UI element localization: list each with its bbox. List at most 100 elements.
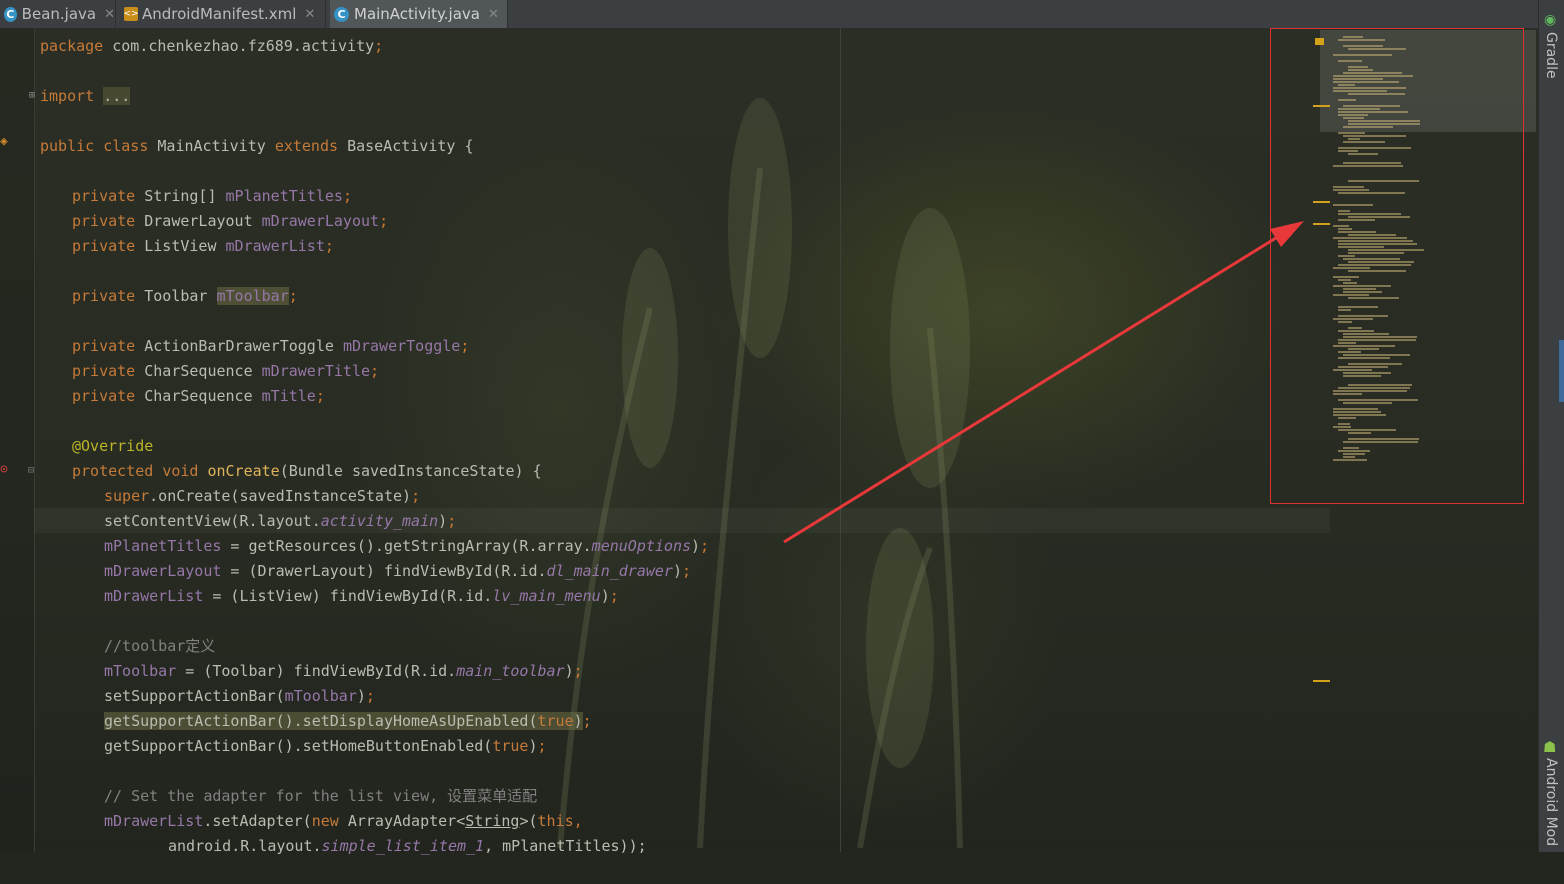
minimap-line [1333, 426, 1351, 428]
minimap-line [1338, 399, 1418, 401]
minimap-line [1343, 117, 1364, 119]
warning-stripe-marker[interactable] [1315, 38, 1324, 45]
minimap-line [1343, 162, 1401, 164]
minimap-line [1348, 123, 1420, 125]
minimap-line [1338, 213, 1401, 215]
close-icon[interactable]: ✕ [304, 7, 315, 22]
minimap-line [1338, 132, 1365, 134]
android-model-tool-window-button[interactable]: Android Mod [1543, 758, 1559, 846]
fold-minus-icon[interactable]: ⊟ [28, 465, 34, 476]
minimap-line [1338, 357, 1390, 359]
warning-stripe-marker[interactable] [1313, 680, 1330, 682]
code-line: mDrawerList.setAdapter(new ArrayAdapter<… [104, 812, 583, 830]
vertical-scrollbar-thumb[interactable] [1559, 340, 1564, 402]
code-line: mDrawerLayout = (DrawerLayout) findViewB… [104, 562, 692, 580]
warning-stripe-marker[interactable] [1313, 223, 1330, 225]
minimap-line [1338, 192, 1405, 194]
minimap-line [1333, 225, 1349, 227]
minimap-line [1343, 72, 1402, 74]
class-icon: C [4, 6, 17, 22]
class-icon: C [334, 6, 349, 22]
tab-label: AndroidManifest.xml [142, 5, 297, 23]
code-line: @Override [72, 437, 154, 455]
warning-stripe-marker[interactable] [1313, 201, 1330, 203]
minimap-line [1348, 438, 1419, 440]
minimap-line [1348, 363, 1402, 365]
code-line: mToolbar = (Toolbar) findViewById(R.id.m… [104, 662, 583, 680]
minimap-line [1338, 279, 1351, 281]
minimap-line [1343, 441, 1418, 443]
tab-bean-java[interactable]: C Bean.java ✕ [0, 0, 116, 28]
minimap-line [1348, 234, 1396, 236]
minimap-line [1338, 264, 1411, 266]
minimap-line [1348, 270, 1406, 272]
minimap-line [1333, 87, 1406, 89]
minimap-line [1343, 453, 1365, 455]
minimap-line [1348, 216, 1410, 218]
minimap-line [1343, 291, 1382, 293]
minimap-line [1348, 93, 1405, 95]
minimap-line [1338, 150, 1358, 152]
fold-plus-icon[interactable]: ⊞ [29, 90, 35, 101]
right-tool-sidebar: ◉ Gradle ☗ Android Mod [1538, 0, 1564, 852]
minimap-line [1333, 414, 1386, 416]
minimap-line [1343, 447, 1359, 449]
close-icon[interactable]: ✕ [488, 7, 499, 22]
code-line: public class MainActivity extends BaseAc… [40, 137, 474, 155]
code-line: mDrawerList = (ListView) findViewById(R.… [104, 587, 619, 605]
minimap-line [1348, 153, 1378, 155]
minimap-line [1348, 138, 1360, 140]
minimap-line [1338, 84, 1355, 86]
minimap-line [1338, 339, 1416, 341]
code-line: package com.chenkezhao.fz689.activity; [40, 37, 384, 55]
minimap-line [1338, 147, 1411, 149]
minimap-line [1333, 78, 1383, 80]
minimap-line [1338, 387, 1410, 389]
close-icon[interactable]: ✕ [104, 7, 115, 22]
minimap-line [1348, 384, 1412, 386]
minimap-line [1333, 276, 1359, 278]
code-line: android.R.layout.simple_list_item_1, mPl… [168, 837, 647, 855]
code-line: setContentView(R.layout.activity_main); [104, 512, 457, 530]
folded-imports[interactable]: ... [103, 87, 131, 105]
minimap-line [1338, 321, 1352, 323]
minimap-line [1348, 297, 1399, 299]
code-line: mPlanetTitles = getResources().getString… [104, 537, 710, 555]
code-line: private String[] mPlanetTitles; [72, 187, 352, 205]
minimap-line [1338, 210, 1350, 212]
minimap-line [1338, 366, 1388, 368]
code-line: setSupportActionBar(mToolbar); [104, 687, 375, 705]
minimap-line [1343, 45, 1383, 47]
minimap-line [1338, 60, 1362, 62]
minimap-line [1343, 258, 1400, 260]
code-editor[interactable]: package com.chenkezhao.fz689.activity; i… [40, 34, 1260, 884]
minimap-line [1333, 54, 1392, 56]
minimap-line [1333, 204, 1373, 206]
minimap-line [1338, 309, 1351, 311]
class-implementation-icon[interactable]: ◈ [0, 134, 8, 149]
minimap-line [1343, 333, 1389, 335]
minimap-line [1343, 375, 1381, 377]
override-method-icon[interactable]: ⊙ [0, 462, 8, 477]
warning-stripe-marker[interactable] [1313, 105, 1330, 107]
minimap-line [1348, 66, 1368, 68]
minimap-line [1343, 288, 1376, 290]
minimap-line [1348, 48, 1406, 50]
minimap-line [1348, 69, 1373, 71]
code-line: private Toolbar mToolbar; [72, 287, 298, 305]
minimap-line [1343, 135, 1406, 137]
minimap-line [1333, 81, 1399, 83]
minimap-line [1338, 342, 1356, 344]
minimap-line [1348, 252, 1404, 254]
minimap-line [1343, 141, 1385, 143]
tab-androidmanifest-xml[interactable]: <> AndroidManifest.xml ✕ [120, 0, 326, 28]
minimap-line [1338, 108, 1380, 110]
gradle-tool-window-button[interactable]: Gradle [1543, 32, 1559, 79]
tab-mainactivity-java[interactable]: C MainActivity.java ✕ [330, 0, 508, 28]
code-line: private DrawerLayout mDrawerLayout; [72, 212, 389, 230]
minimap-line [1338, 423, 1350, 425]
code-line: getSupportActionBar().setHomeButtonEnabl… [104, 737, 547, 755]
code-line: //toolbar定义 [104, 637, 216, 655]
minimap-line [1338, 330, 1374, 332]
minimap-line [1343, 354, 1410, 356]
